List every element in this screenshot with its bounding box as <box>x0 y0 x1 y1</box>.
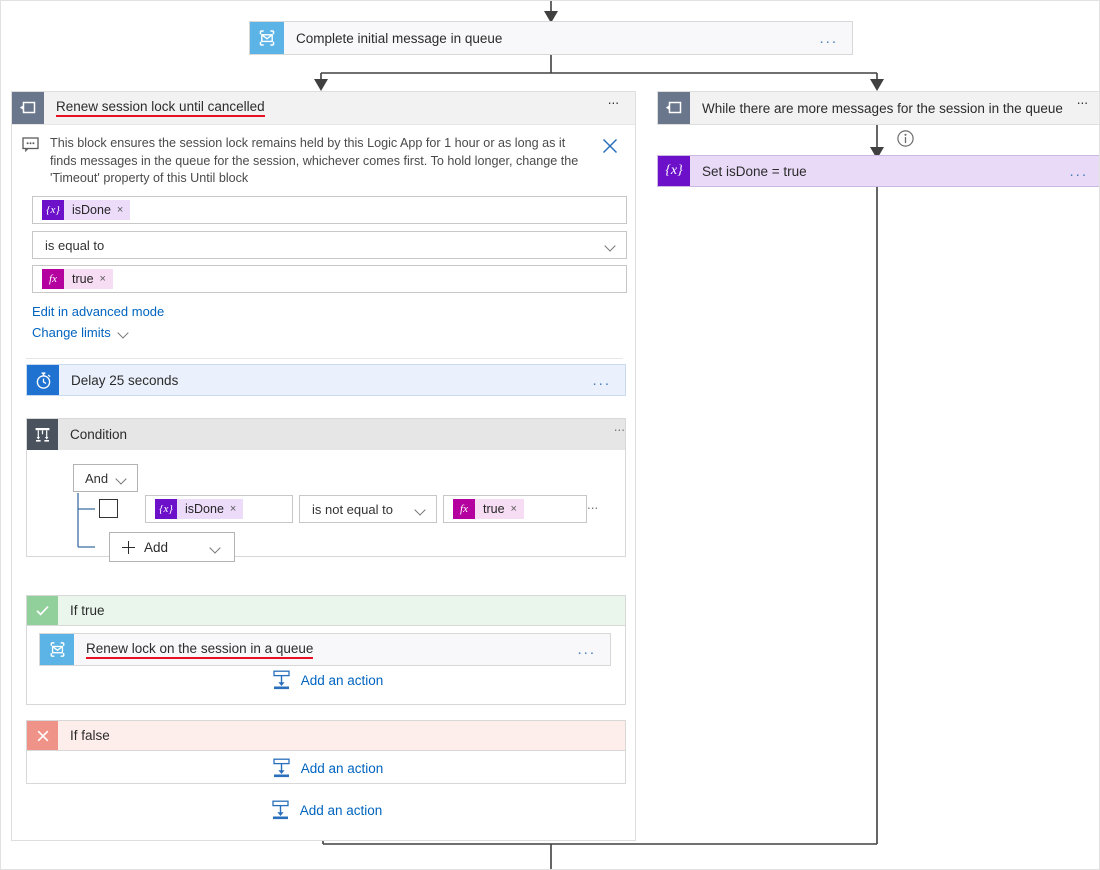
token-isdone[interactable]: {x} isDone × <box>155 499 243 519</box>
condition-menu-button[interactable]: ... <box>614 419 625 450</box>
token-remove-icon[interactable]: × <box>230 503 236 515</box>
chevron-down-icon[interactable] <box>211 544 222 551</box>
add-an-action-if-false[interactable]: Add an action <box>27 758 627 778</box>
chevron-down-icon[interactable] <box>606 242 617 249</box>
delay-title: Delay 25 seconds <box>59 365 578 395</box>
token-label: isDone <box>72 203 111 217</box>
until-loop-title: Renew session lock until cancelled <box>56 99 265 117</box>
add-an-action-if-true[interactable]: Add an action <box>27 670 627 690</box>
function-icon: fx <box>453 499 475 519</box>
delay-menu-button[interactable]: ... <box>578 365 625 395</box>
change-limits-row[interactable]: Change limits <box>32 325 130 340</box>
until-operator-select[interactable]: is equal to <box>32 231 627 259</box>
until-right-operand-field[interactable]: fx true × <box>32 265 627 293</box>
condition-row-menu-button[interactable]: ... <box>587 497 598 512</box>
if-true-branch: If true Renew lock on the session in a q… <box>26 595 626 705</box>
condition-add-button[interactable]: Add <box>109 532 235 562</box>
while-loop-container: While there are more messages for the se… <box>657 91 1100 187</box>
service-bus-icon <box>40 634 74 665</box>
function-icon: fx <box>42 269 64 289</box>
token-isdone[interactable]: {x} isDone × <box>42 200 130 220</box>
action-title: Complete initial message in queue <box>284 22 805 54</box>
token-true[interactable]: fx true × <box>42 269 113 289</box>
token-label: true <box>72 272 94 286</box>
token-remove-icon[interactable]: × <box>511 503 517 515</box>
add-action-label: Add an action <box>300 803 383 818</box>
action-card-set-isdone[interactable]: {x} Set isDone = true ... <box>657 155 1100 187</box>
comment-text: This block ensures the session lock rema… <box>50 135 601 188</box>
if-false-header: If false <box>26 720 626 751</box>
add-action-label: Add an action <box>301 673 384 688</box>
set-isdone-title: Set isDone = true <box>690 156 1055 186</box>
until-operator-value: is equal to <box>33 238 104 253</box>
condition-row-checkbox[interactable] <box>99 499 118 518</box>
until-loop-icon <box>658 92 690 124</box>
while-loop-header[interactable]: While there are more messages for the se… <box>657 91 1100 125</box>
renew-lock-title-wrap: Renew lock on the session in a queue <box>74 634 563 665</box>
add-action-label: Add an action <box>301 761 384 776</box>
condition-left-operand-field[interactable]: {x} isDone × <box>145 495 293 523</box>
checkmark-icon <box>27 596 58 625</box>
renew-lock-menu-button[interactable]: ... <box>563 634 610 665</box>
chevron-down-icon[interactable] <box>119 329 130 336</box>
add-action-icon <box>270 800 291 820</box>
variable-icon: {x} <box>42 200 64 220</box>
condition-operator-value: is not equal to <box>300 502 393 517</box>
chevron-down-icon[interactable] <box>117 475 128 482</box>
variable-icon: {x} <box>658 156 690 186</box>
token-remove-icon[interactable]: × <box>100 273 106 285</box>
close-icon[interactable] <box>601 135 627 188</box>
add-action-icon <box>271 758 292 778</box>
service-bus-icon <box>250 22 284 54</box>
token-label: true <box>483 502 505 516</box>
info-icon[interactable] <box>896 129 915 148</box>
condition-icon <box>27 419 58 450</box>
condition-right-operand-field[interactable]: fx true × <box>443 495 587 523</box>
until-loop-comment: This block ensures the session lock rema… <box>12 125 635 194</box>
until-loop-menu-button[interactable]: ... <box>608 92 635 124</box>
section-divider <box>26 358 623 359</box>
add-action-icon <box>271 670 292 690</box>
condition-block: Condition ... And <box>26 418 626 557</box>
condition-logic-operator-select[interactable]: And <box>73 464 138 492</box>
add-label: Add <box>144 540 168 555</box>
token-remove-icon[interactable]: × <box>117 204 123 216</box>
condition-title: Condition <box>58 419 614 450</box>
change-limits-link[interactable]: Change limits <box>32 325 111 340</box>
action-card-renew-lock[interactable]: Renew lock on the session in a queue ... <box>39 633 611 666</box>
until-loop-title-wrap: Renew session lock until cancelled <box>44 92 608 124</box>
action-card-delay[interactable]: Delay 25 seconds ... <box>26 364 626 396</box>
if-true-label: If true <box>58 596 625 625</box>
until-loop-icon <box>12 92 44 124</box>
plus-icon <box>122 541 135 554</box>
token-label: isDone <box>185 502 224 516</box>
until-loop-header[interactable]: Renew session lock until cancelled ... <box>12 92 635 125</box>
while-loop-title: While there are more messages for the se… <box>690 92 1077 124</box>
if-false-branch: If false Add an action <box>26 720 626 784</box>
edit-advanced-mode-link[interactable]: Edit in advanced mode <box>32 304 164 319</box>
variable-icon: {x} <box>155 499 177 519</box>
while-loop-menu-button[interactable]: ... <box>1077 92 1100 124</box>
token-true[interactable]: fx true × <box>453 499 524 519</box>
chevron-down-icon[interactable] <box>416 506 427 513</box>
renew-lock-title: Renew lock on the session in a queue <box>86 641 313 659</box>
if-false-label: If false <box>58 721 625 750</box>
logic-operator-value: And <box>85 471 108 486</box>
comment-icon <box>22 135 50 188</box>
set-isdone-menu-button[interactable]: ... <box>1055 156 1100 186</box>
until-left-operand-field[interactable]: {x} isDone × <box>32 196 627 224</box>
action-menu-button[interactable]: ... <box>805 22 852 54</box>
action-card-complete-initial-message[interactable]: Complete initial message in queue ... <box>249 21 853 55</box>
condition-header[interactable]: Condition ... <box>27 419 625 450</box>
condition-operator-select[interactable]: is not equal to <box>299 495 437 523</box>
if-true-header: If true <box>26 595 626 626</box>
cross-icon <box>27 721 58 750</box>
until-loop-container: Renew session lock until cancelled ... T… <box>11 91 636 841</box>
add-an-action-until-loop[interactable]: Add an action <box>26 800 626 820</box>
stopwatch-icon <box>27 365 59 395</box>
workflow-designer-canvas: Complete initial message in queue ... Re… <box>0 0 1100 870</box>
